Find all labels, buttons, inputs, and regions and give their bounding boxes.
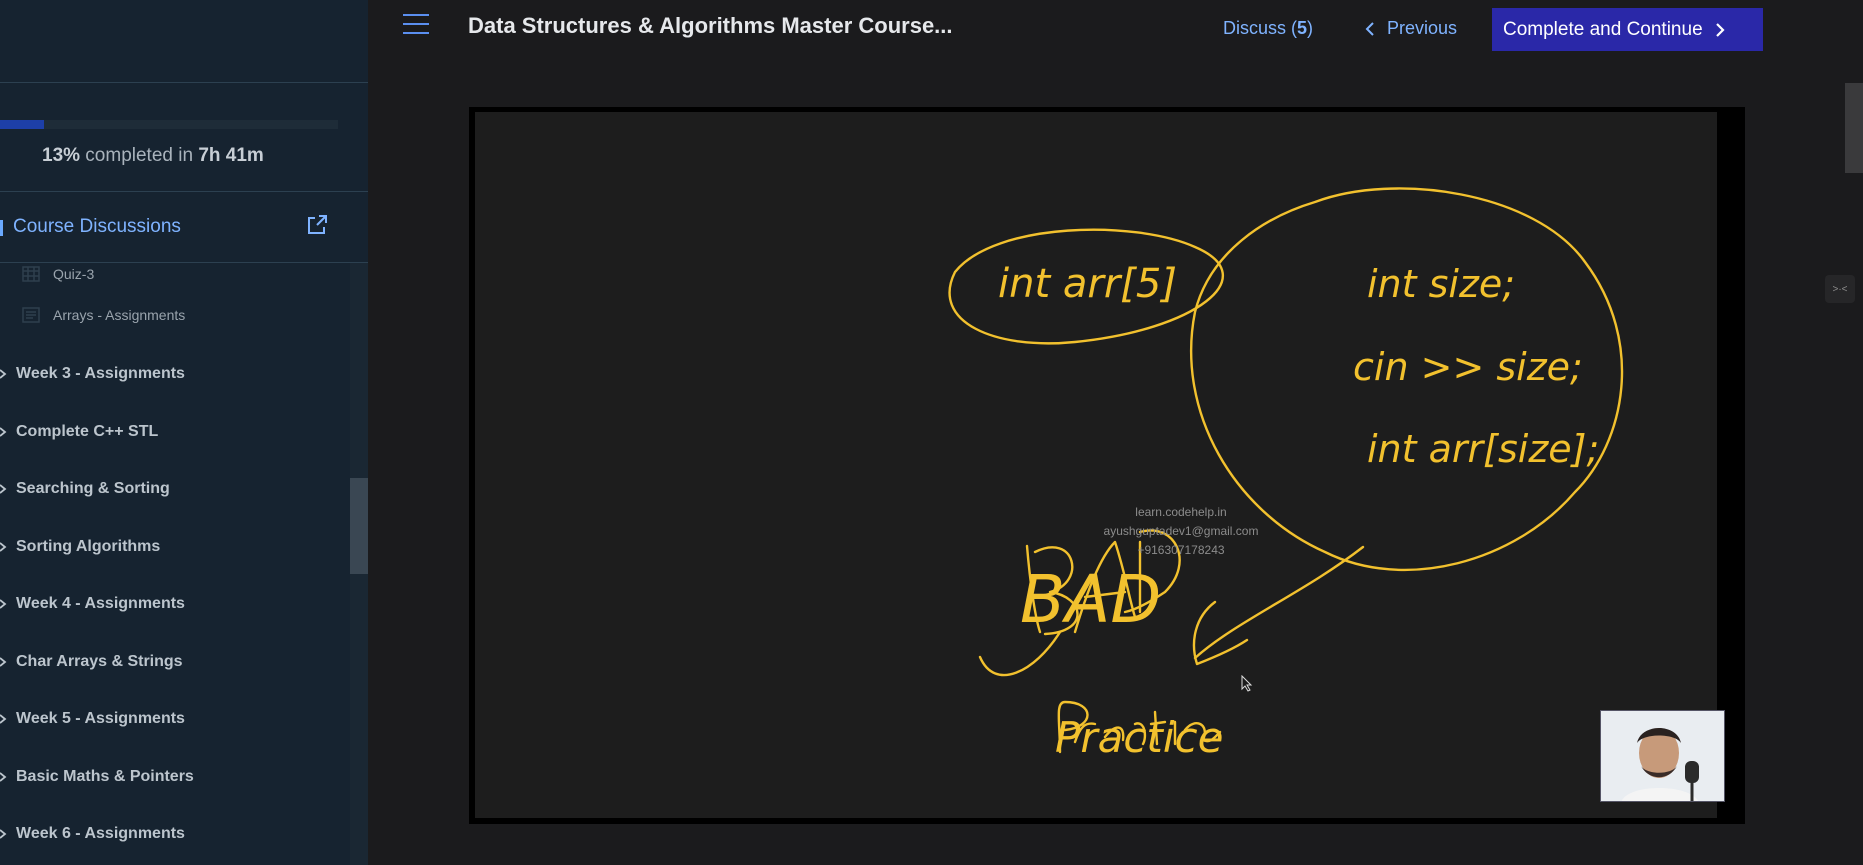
ink-arrow-head: [1192, 600, 1249, 666]
section-week-4-assignments[interactable]: Week 4 - Assignments: [0, 587, 350, 621]
mouse-cursor-icon: [1241, 675, 1253, 692]
chevron-right-icon: [0, 427, 7, 437]
instructor-avatar-icon: [1601, 711, 1724, 801]
section-label: Week 4 - Assignments: [16, 595, 185, 612]
section-label: Basic Maths & Pointers: [16, 768, 194, 785]
lesson-label: Arrays - Assignments: [53, 307, 186, 323]
discuss-button[interactable]: Discuss (5): [1223, 18, 1313, 39]
external-link-icon[interactable]: [305, 213, 329, 237]
section-searching-sorting[interactable]: Searching & Sorting: [0, 472, 350, 506]
section-label: Sorting Algorithms: [16, 538, 161, 555]
page-title: Data Structures & Algorithms Master Cour…: [468, 13, 953, 38]
sidebar-divider: [0, 191, 368, 192]
ink-arrow: [1193, 545, 1365, 660]
course-discussions-label: Course Discussions: [13, 216, 181, 237]
course-sidebar: 13% completed in 7h 41m Course Discussio…: [0, 0, 368, 865]
progress-percent: 13%: [42, 145, 81, 166]
chevron-left-icon: [1365, 21, 1374, 36]
instructor-webcam: [1600, 710, 1725, 802]
board-text-right-line3: int arr[size];: [1367, 427, 1599, 471]
collapse-handle-icon[interactable]: >·<: [1825, 275, 1855, 303]
discuss-count: 5: [1297, 18, 1308, 38]
section-week-6-assignments[interactable]: Week 6 - Assignments: [0, 817, 350, 851]
progress-bar-fill: [0, 120, 44, 129]
discuss-suffix: ): [1307, 18, 1314, 38]
lesson-item-arrays-assignments[interactable]: Arrays - Assignments: [22, 301, 185, 329]
section-label: Complete C++ STL: [16, 423, 159, 440]
section-label: Week 5 - Assignments: [16, 710, 185, 727]
section-label: Week 6 - Assignments: [16, 825, 185, 842]
chevron-right-icon: [0, 829, 7, 839]
previous-button[interactable]: Previous: [1365, 18, 1457, 39]
watermark-email: ayushguptadev1@gmail.com: [1103, 524, 1259, 538]
section-basic-maths-pointers[interactable]: Basic Maths & Pointers: [0, 760, 350, 794]
whiteboard-drawing: int arr[5] int size; cin >> size; int ar…: [948, 187, 1624, 762]
discuss-label: Discuss (: [1223, 18, 1298, 38]
chevron-right-icon: [0, 657, 7, 667]
sidebar-scrollbar-thumb[interactable]: [350, 478, 368, 574]
course-discussions-link[interactable]: Course Discussions: [0, 208, 368, 256]
progress-time: 7h 41m: [198, 145, 264, 166]
chevron-right-icon: [0, 599, 7, 609]
assignment-icon: [22, 307, 40, 323]
lesson-item-quiz-3[interactable]: Quiz-3: [22, 260, 94, 288]
active-marker: [0, 220, 3, 236]
video-watermark: learn.codehelp.in ayushguptadev1@gmail.c…: [1081, 503, 1281, 560]
section-sorting-algorithms[interactable]: Sorting Algorithms: [0, 530, 350, 564]
lesson-label: Quiz-3: [53, 266, 95, 282]
complete-and-continue-button[interactable]: Complete and Continue: [1492, 8, 1763, 51]
app-root: 13% completed in 7h 41m Course Discussio…: [0, 0, 1863, 865]
chevron-right-icon: [0, 484, 7, 494]
chevron-right-icon: [1715, 22, 1725, 37]
progress-summary: 13% completed in 7h 41m: [42, 145, 264, 167]
section-char-arrays-strings[interactable]: Char Arrays & Strings: [0, 645, 350, 679]
section-label: Char Arrays & Strings: [16, 653, 183, 670]
previous-label: Previous: [1387, 18, 1458, 38]
complete-label: Complete and Continue: [1503, 18, 1703, 40]
board-text-bad: BAD: [1020, 561, 1161, 638]
menu-icon[interactable]: [403, 14, 429, 36]
board-text-right-line2: cin >> size;: [1353, 345, 1583, 389]
section-week-3-assignments[interactable]: Week 3 - Assignments: [0, 357, 350, 391]
lecture-header: Data Structures & Algorithms Master Cour…: [368, 0, 1863, 60]
chevron-right-icon: [0, 714, 7, 724]
progress-completed-label: completed in: [80, 145, 199, 166]
section-label: Week 3 - Assignments: [16, 365, 185, 382]
board-text-left-code: int arr[5]: [998, 261, 1177, 307]
progress-bar: [0, 120, 338, 129]
quiz-icon: [22, 266, 40, 282]
section-week-5-assignments[interactable]: Week 5 - Assignments: [0, 702, 350, 736]
watermark-site: learn.codehelp.in: [1135, 505, 1227, 519]
board-text-right-line1: int size;: [1367, 262, 1515, 306]
board-text-practice: Practice: [1055, 713, 1224, 762]
watermark-phone: +916307178243: [1137, 543, 1225, 557]
section-label: Searching & Sorting: [16, 480, 170, 497]
chevron-right-icon: [0, 542, 7, 552]
chevron-right-icon: [0, 772, 7, 782]
video-player[interactable]: int arr[5] int size; cin >> size; int ar…: [469, 107, 1745, 824]
chevron-right-icon: [0, 369, 7, 379]
whiteboard: int arr[5] int size; cin >> size; int ar…: [475, 112, 1717, 818]
page-scrollbar-thumb[interactable]: [1845, 83, 1863, 173]
section-complete-cpp-stl[interactable]: Complete C++ STL: [0, 415, 350, 449]
sidebar-top-area: [0, 0, 368, 83]
